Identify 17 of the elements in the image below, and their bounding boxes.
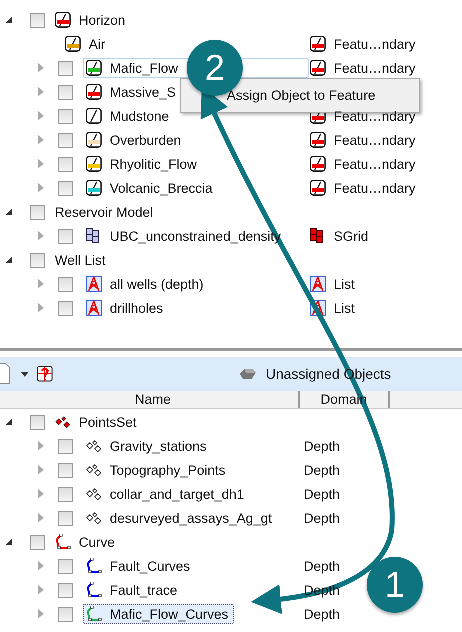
type-label: Featu…ndary (334, 108, 416, 124)
domain-cell: Depth (304, 510, 340, 526)
domain-cell: Depth (304, 462, 340, 478)
type-label: SGrid (334, 228, 369, 244)
step-callout: 1 (367, 557, 423, 613)
domain-cell: Depth (304, 438, 340, 454)
type-label: List (334, 300, 356, 316)
type-label: Featu…ndary (334, 132, 416, 148)
domain-cell: Depth (304, 606, 340, 622)
domain-cell: Depth (304, 486, 340, 502)
type-label: List (334, 276, 356, 292)
type-label: Featu…ndary (334, 156, 416, 172)
type-label: Featu…ndary (334, 180, 416, 196)
domain-cell: Depth (304, 558, 340, 574)
type-label: Featu…ndary (334, 36, 416, 52)
type-label: Featu…ndary (334, 60, 416, 76)
domain-cell: Depth (304, 582, 340, 598)
